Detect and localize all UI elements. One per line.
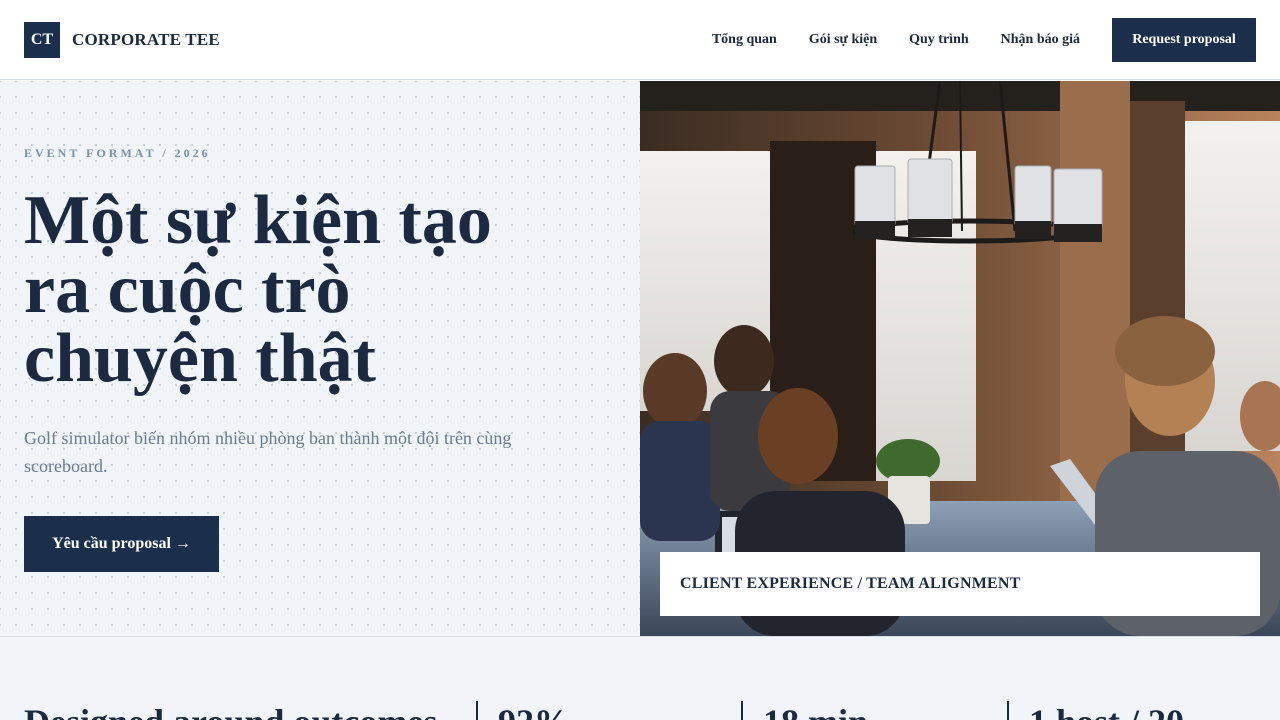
nav-link-overview[interactable]: Tổng quan [712, 32, 777, 48]
brand-name[interactable]: CORPORATE TEE [72, 30, 220, 50]
outcomes-band: Designed around outcomes 92% 18 min 1 ho… [0, 636, 1280, 720]
nav-link-process[interactable]: Quy trình [909, 32, 969, 48]
logo-mark[interactable]: CT [24, 21, 60, 58]
site-header: CT CORPORATE TEE Tổng quan Gói sự kiện Q… [0, 0, 1280, 80]
photo-caption-card: CLIENT EXPERIENCE / TEAM ALIGNMENT [660, 552, 1260, 616]
hero-section: EVENT FORMAT / 2026 Một sự kiện tạo ra c… [0, 81, 640, 636]
hero-proposal-button[interactable]: Yêu cầu proposal → [24, 516, 219, 572]
nav-link-quote[interactable]: Nhận báo giá [1001, 32, 1080, 48]
hero-subtitle: Golf simulator biến nhóm nhiều phòng ban… [24, 428, 512, 476]
hero-eyebrow: EVENT FORMAT / 2026 [24, 146, 211, 160]
nav-link-packages[interactable]: Gói sự kiện [809, 32, 877, 48]
hero-title: Một sự kiện tạo ra cuộc trò chuyện thật [24, 182, 492, 397]
main-nav: Tổng quan Gói sự kiện Quy trình Nhận báo… [712, 32, 1080, 48]
stat-host-ratio: 1 host / 20 [1007, 701, 1184, 720]
outcomes-title: Designed around outcomes [24, 701, 437, 720]
stat-duration: 18 min [741, 701, 868, 720]
request-proposal-button[interactable]: Request proposal [1112, 17, 1256, 62]
stat-percentage: 92% [476, 701, 570, 720]
